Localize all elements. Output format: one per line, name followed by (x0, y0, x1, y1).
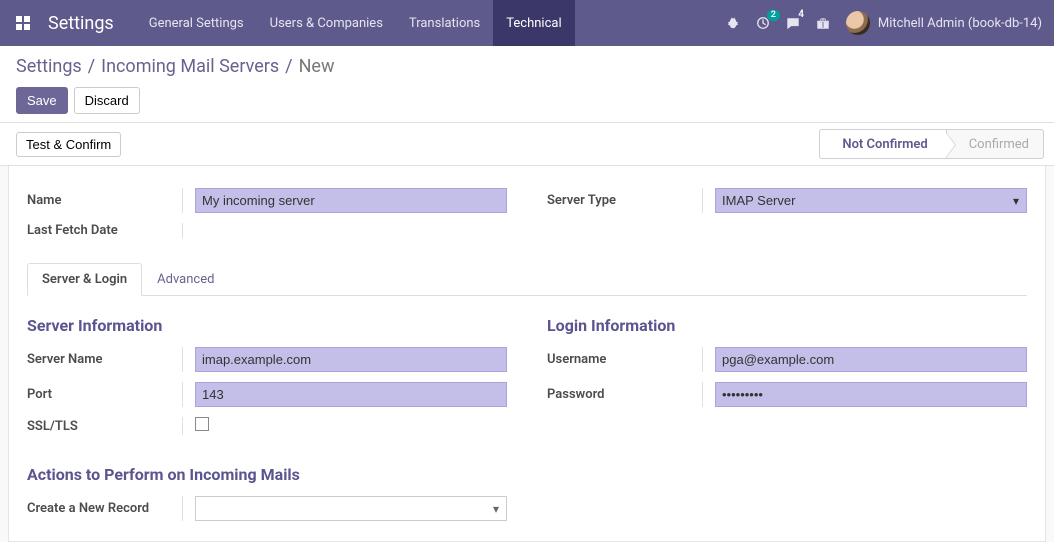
form-tabs: Server & Login Advanced (27, 262, 1027, 296)
ssl-label: SSL/TLS (27, 419, 182, 434)
menu-general-settings[interactable]: General Settings (136, 0, 257, 46)
breadcrumb: Settings / Incoming Mail Servers / New (16, 56, 1038, 77)
menu-translations[interactable]: Translations (396, 0, 493, 46)
name-label: Name (27, 193, 182, 208)
field-password: Password (547, 382, 1027, 407)
breadcrumb-root[interactable]: Settings (16, 56, 82, 77)
debug-menu[interactable] (726, 16, 740, 30)
user-name: Mitchell Admin (book-db-14) (878, 16, 1042, 31)
apps-launcher[interactable] (0, 0, 42, 46)
statusbar: Test & Confirm Not Confirmed Confirmed (0, 122, 1054, 166)
status-label: Confirmed (969, 137, 1029, 152)
menu-users-companies[interactable]: Users & Companies (257, 0, 396, 46)
field-create-record: Create a New Record (27, 496, 507, 521)
create-record-input[interactable] (195, 496, 507, 521)
messages-badge: 4 (794, 9, 808, 21)
gift-button[interactable] (816, 16, 830, 30)
top-navbar: Settings General Settings Users & Compan… (0, 0, 1054, 46)
username-input[interactable] (715, 347, 1027, 372)
server-type-label: Server Type (547, 193, 702, 208)
discard-button[interactable]: Discard (74, 87, 140, 114)
password-input[interactable] (715, 382, 1027, 407)
last-fetch-label: Last Fetch Date (27, 223, 182, 238)
messages-button[interactable]: 4 (786, 16, 800, 30)
field-ssl: SSL/TLS (27, 417, 507, 435)
nav-menu: General Settings Users & Companies Trans… (136, 0, 726, 46)
apps-icon (16, 16, 30, 30)
gift-icon (816, 16, 830, 30)
activities-badge: 2 (767, 10, 780, 21)
status-steps: Not Confirmed Confirmed (819, 129, 1044, 159)
form-sheet: Name Last Fetch Date Server Type (8, 166, 1046, 542)
password-label: Password (547, 387, 702, 402)
activities-button[interactable]: 2 (756, 16, 770, 30)
breadcrumb-sep: / (285, 56, 292, 77)
test-confirm-button[interactable]: Test & Confirm (16, 132, 121, 157)
status-not-confirmed[interactable]: Not Confirmed (819, 129, 945, 159)
field-name: Name (27, 188, 507, 213)
user-menu[interactable]: Mitchell Admin (book-db-14) (846, 11, 1042, 35)
avatar (846, 11, 870, 35)
field-server-name: Server Name (27, 347, 507, 372)
field-last-fetch: Last Fetch Date (27, 223, 507, 238)
control-panel: Settings / Incoming Mail Servers / New S… (0, 46, 1054, 122)
name-input[interactable] (195, 188, 507, 213)
section-actions: Actions to Perform on Incoming Mails (27, 465, 1027, 484)
breadcrumb-current: New (299, 56, 335, 77)
form-action-buttons: Save Discard (16, 87, 1038, 114)
menu-technical[interactable]: Technical (493, 0, 574, 46)
app-title[interactable]: Settings (42, 0, 136, 46)
server-name-input[interactable] (195, 347, 507, 372)
create-record-label: Create a New Record (27, 501, 182, 516)
field-server-type: Server Type IMAP Server (547, 188, 1027, 213)
username-label: Username (547, 352, 702, 367)
field-port: Port (27, 382, 507, 407)
server-type-select[interactable]: IMAP Server (715, 188, 1027, 213)
breadcrumb-parent[interactable]: Incoming Mail Servers (101, 56, 279, 77)
port-label: Port (27, 387, 182, 402)
save-button[interactable]: Save (16, 87, 68, 114)
status-confirmed[interactable]: Confirmed (946, 129, 1044, 159)
ssl-checkbox[interactable] (195, 417, 209, 431)
breadcrumb-sep: / (88, 56, 95, 77)
port-input[interactable] (195, 382, 507, 407)
status-label: Not Confirmed (842, 137, 927, 152)
section-login-info: Login Information (547, 316, 1027, 335)
nav-right: 2 4 Mitchell Admin (book-db-14) (726, 0, 1054, 46)
tab-server-login[interactable]: Server & Login (27, 263, 142, 296)
field-username: Username (547, 347, 1027, 372)
bug-icon (726, 16, 740, 30)
section-server-info: Server Information (27, 316, 507, 335)
server-name-label: Server Name (27, 352, 182, 367)
tab-advanced[interactable]: Advanced (142, 263, 229, 296)
